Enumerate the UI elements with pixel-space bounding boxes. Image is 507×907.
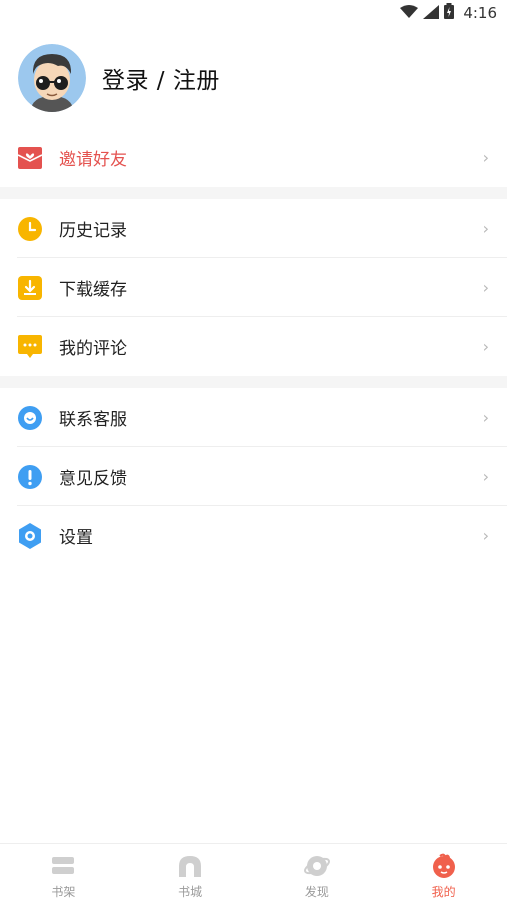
tab-label: 书城 [178,885,203,899]
tab-label: 我的 [431,885,456,899]
chevron-right-icon: › [482,408,489,427]
menu-list: 邀请好友 › 历史记录 › 下载缓存 › 我的评论 › 联系客服 › 意见反馈 … [0,128,507,565]
menu-label-comments: 我的评论 [59,339,127,359]
chevron-right-icon: › [482,467,489,486]
download-icon [17,275,43,301]
tab-discover[interactable]: 发现 [254,844,381,907]
profile-header[interactable]: 登录 / 注册 [18,44,220,112]
avatar[interactable] [18,44,86,112]
bookshelf-icon [50,853,76,879]
tab-bookshelf[interactable]: 书架 [0,844,127,907]
settings-hexagon-icon [17,522,43,549]
customer-service-icon [17,405,43,431]
exclamation-icon [17,464,43,490]
menu-label-download: 下载缓存 [59,280,127,300]
section-divider [0,376,507,388]
menu-item-history[interactable]: 历史记录 › [0,199,507,258]
menu-label-history: 历史记录 [59,221,127,241]
chevron-right-icon: › [482,278,489,297]
menu-item-invite[interactable]: 邀请好友 › [0,128,507,187]
menu-label-service: 联系客服 [59,410,127,430]
bottom-tab-bar: 书架 书城 发现 我的 [0,843,507,907]
tab-label: 书架 [51,885,76,899]
bookstore-icon [177,853,203,879]
chevron-right-icon: › [482,526,489,545]
tab-label: 发现 [304,885,329,899]
section-divider [0,187,507,199]
menu-item-feedback[interactable]: 意见反馈 › [0,447,507,506]
discover-icon [303,853,330,879]
tab-bookstore[interactable]: 书城 [127,844,254,907]
menu-item-comments[interactable]: 我的评论 › [0,317,507,376]
status-bar: 4:16 [0,0,507,26]
menu-label-invite: 邀请好友 [59,150,127,170]
gift-envelope-icon [17,145,43,171]
clock-icon [17,216,43,242]
mine-icon [431,853,457,879]
comment-icon [17,334,43,360]
login-register-link[interactable]: 登录 / 注册 [102,61,220,95]
menu-label-settings: 设置 [59,528,93,548]
tab-mine[interactable]: 我的 [380,844,507,907]
battery-icon [444,3,455,23]
menu-item-settings[interactable]: 设置 › [0,506,507,565]
status-time: 4:16 [463,4,497,22]
menu-item-service[interactable]: 联系客服 › [0,388,507,447]
signal-icon [423,4,440,23]
wifi-icon [400,4,419,23]
chevron-right-icon: › [482,337,489,356]
chevron-right-icon: › [482,219,489,238]
chevron-right-icon: › [482,148,489,167]
menu-label-feedback: 意见反馈 [59,469,127,489]
menu-item-download[interactable]: 下载缓存 › [0,258,507,317]
